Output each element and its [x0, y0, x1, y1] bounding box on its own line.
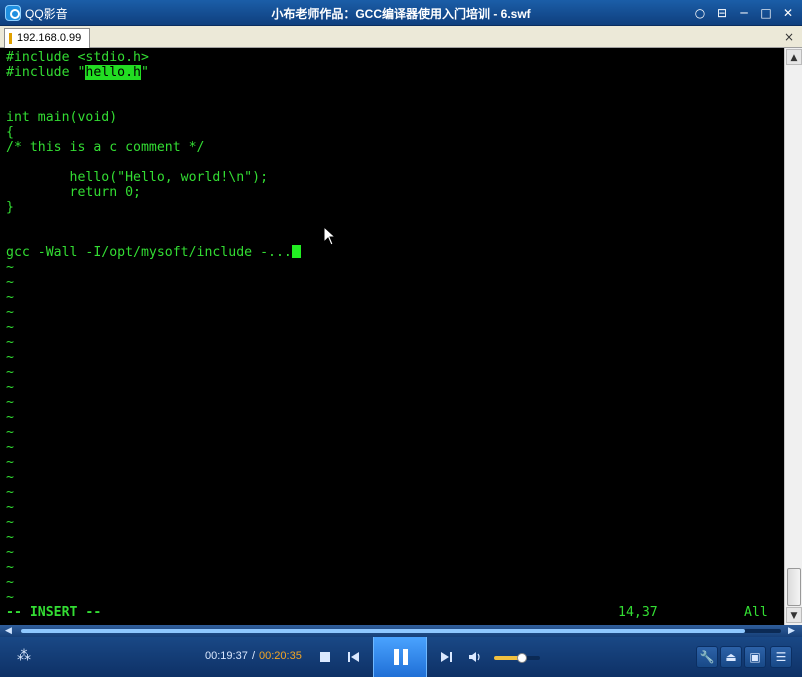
previous-button[interactable] [346, 649, 362, 665]
time-separator: / [252, 650, 256, 662]
tab-marker-icon [9, 33, 12, 44]
tilde-line: ~ [6, 365, 14, 380]
highlighted-search-match: hello.h [85, 65, 141, 80]
code-line: } [6, 200, 14, 215]
scroll-down-arrow-icon[interactable]: ▼ [786, 607, 802, 623]
code-line: { [6, 125, 14, 140]
minimize-button[interactable]: ─ [734, 4, 754, 22]
pause-button[interactable] [373, 637, 427, 677]
tilde-line: ~ [6, 500, 14, 515]
window-title: 小布老师作品：GCC编译器使用入门培训 - 6.swf [271, 7, 531, 21]
tilde-line: ~ [6, 395, 14, 410]
total-time: 00:20:35 [259, 650, 302, 662]
seek-progress-fill [21, 629, 746, 633]
session-tab[interactable]: 192.168.0.99 [4, 28, 90, 48]
tilde-line: ~ [6, 380, 14, 395]
code-line-suffix: " [140, 65, 149, 80]
tilde-line: ~ [6, 290, 14, 305]
tilde-line: ~ [6, 335, 14, 350]
next-button[interactable] [438, 649, 454, 665]
tilde-line: ~ [6, 470, 14, 485]
tilde-line: ~ [6, 545, 14, 560]
seek-bar[interactable]: ◀ ▶ [0, 625, 802, 637]
player-control-bar: ◀ ▶ ⁂ 00:19:37 / 00:20:35 🔧 ⏏ ▣ ☰ [0, 625, 802, 677]
qq-player-logo-icon [5, 5, 21, 21]
tilde-line: ~ [6, 530, 14, 545]
tilde-line: ~ [6, 410, 14, 425]
code-line: /* this is a c comment */ [6, 140, 205, 155]
code-line: hello("Hello, world!\n"); [6, 170, 269, 185]
cursor-position: 14,37 [618, 605, 658, 620]
options-menu-icon[interactable]: ⊟ [712, 4, 732, 22]
close-button[interactable]: ✕ [778, 4, 798, 22]
volume-slider[interactable] [494, 653, 540, 663]
tilde-line: ~ [6, 485, 14, 500]
tilde-line: ~ [6, 575, 14, 590]
scrollbar-thumb[interactable] [787, 568, 801, 606]
scroll-position: All [744, 605, 768, 620]
seek-track[interactable] [21, 629, 781, 633]
command-text: gcc -Wall -I/opt/mysoft/include -... [6, 245, 292, 260]
tilde-line: ~ [6, 260, 14, 275]
code-line: gcc -Wall -I/opt/mysoft/include -... [6, 245, 301, 260]
tilde-line: ~ [6, 425, 14, 440]
eject-icon[interactable]: ⏏ [720, 646, 742, 668]
volume-knob[interactable] [516, 653, 527, 663]
seek-forward-arrow-icon[interactable]: ▶ [788, 625, 795, 637]
code-line: #include "hello.h" [6, 65, 149, 80]
session-tab-label: 192.168.0.99 [17, 32, 82, 44]
tilde-line: ~ [6, 455, 14, 470]
vim-mode-indicator: -- INSERT -- [6, 605, 102, 620]
volume-icon[interactable] [467, 649, 483, 665]
current-time: 00:19:37 [205, 650, 248, 662]
playlist-icon[interactable]: ☰ [770, 646, 792, 668]
screen-icon[interactable]: ▣ [744, 646, 766, 668]
terminal-tab-bar: 192.168.0.99 × [0, 26, 802, 48]
tilde-line: ~ [6, 560, 14, 575]
code-line-prefix: #include " [6, 65, 86, 80]
tilde-line: ~ [6, 275, 14, 290]
seek-back-arrow-icon[interactable]: ◀ [5, 625, 12, 637]
footprint-icon[interactable]: ⁂ [14, 646, 34, 666]
scroll-up-arrow-icon[interactable]: ▲ [786, 49, 802, 65]
tilde-line: ~ [6, 320, 14, 335]
tilde-line: ~ [6, 305, 14, 320]
tab-close-icon[interactable]: × [784, 29, 794, 45]
tilde-line: ~ [6, 590, 14, 605]
code-line: int main(void) [6, 110, 118, 125]
code-line: #include <stdio.h> [6, 50, 149, 65]
terminal-screen[interactable]: #include <stdio.h> #include "hello.h" in… [0, 48, 784, 625]
tilde-line: ~ [6, 350, 14, 365]
maximize-button[interactable]: □ [756, 4, 776, 22]
app-name: QQ影音 [25, 7, 68, 21]
tilde-line: ~ [6, 440, 14, 455]
text-cursor [291, 245, 301, 258]
stop-button[interactable] [320, 652, 330, 662]
settings-wrench-icon[interactable]: 🔧 [696, 646, 718, 668]
chat-icon[interactable]: ○ [690, 4, 710, 22]
tilde-line: ~ [6, 515, 14, 530]
vertical-scrollbar[interactable]: ▲ ▼ [784, 48, 802, 625]
title-bar: QQ影音 小布老师作品：GCC编译器使用入门培训 - 6.swf ○ ⊟ ─ □… [0, 0, 802, 26]
mouse-pointer-icon [323, 226, 337, 246]
code-line: return 0; [6, 185, 141, 200]
